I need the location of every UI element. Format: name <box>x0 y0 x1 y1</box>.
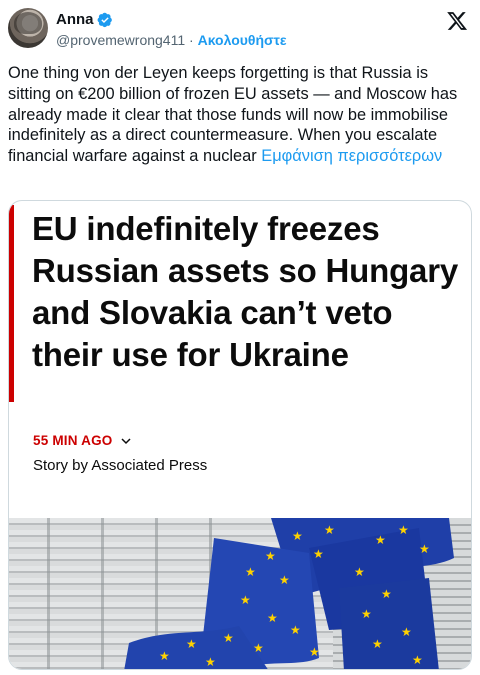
card-byline: Story by Associated Press <box>33 457 208 474</box>
news-card[interactable]: EU indefinitely freezes Russian assets s… <box>8 200 472 670</box>
svg-text:★: ★ <box>401 625 412 639</box>
card-headline[interactable]: EU indefinitely freezes Russian assets s… <box>32 208 462 376</box>
svg-text:★: ★ <box>240 593 251 607</box>
svg-text:★: ★ <box>412 653 423 667</box>
svg-text:★: ★ <box>381 587 392 601</box>
tweet-header: Anna @provemewrong411 · Ακολουθήστε <box>8 8 472 54</box>
chevron-down-icon[interactable] <box>120 435 132 447</box>
time-ago: 55 MIN AGO <box>33 433 113 448</box>
svg-text:★: ★ <box>324 523 335 537</box>
separator-dot: · <box>189 32 194 48</box>
svg-text:★: ★ <box>354 565 365 579</box>
eu-flags-photo[interactable]: ★ ★ ★ ★ ★ ★ ★ ★ ★ ★ ★ ★ ★ ★ ★ ★ ★ ★ ★ ★ ★ ★ ★ ★ <box>9 518 471 669</box>
card-meta: 55 MIN AGO <box>33 433 132 448</box>
svg-text:★: ★ <box>290 623 301 637</box>
show-more-link[interactable]: Εμφάνιση περισσότερων <box>261 147 442 165</box>
svg-text:★: ★ <box>309 645 320 659</box>
svg-text:★: ★ <box>186 637 197 651</box>
svg-text:★: ★ <box>375 533 386 547</box>
svg-text:★: ★ <box>279 573 290 587</box>
verified-badge-icon <box>97 12 112 27</box>
eu-flags-illustration: ★★★ ★★★ ★★★ ★★★ ★★★ ★★ ★ ★★★ ★★★ <box>124 518 454 669</box>
card-accent-bar <box>9 205 14 402</box>
svg-text:★: ★ <box>313 547 324 561</box>
svg-text:★: ★ <box>372 637 383 651</box>
svg-text:★: ★ <box>159 649 170 663</box>
svg-text:★: ★ <box>361 607 372 621</box>
svg-text:★: ★ <box>292 529 303 543</box>
svg-text:★: ★ <box>398 523 409 537</box>
avatar[interactable] <box>8 8 48 48</box>
author-handle[interactable]: @provemewrong411 <box>56 32 185 48</box>
author-name[interactable]: Anna <box>56 11 94 28</box>
svg-text:★: ★ <box>419 542 430 556</box>
svg-text:★: ★ <box>245 565 256 579</box>
svg-text:★: ★ <box>253 641 264 655</box>
svg-text:★: ★ <box>205 655 216 669</box>
svg-text:★: ★ <box>267 611 278 625</box>
follow-button[interactable]: Ακολουθήστε <box>198 32 287 48</box>
svg-text:★: ★ <box>265 549 276 563</box>
author-row: Anna <box>56 11 113 28</box>
tweet-text: One thing von der Leyen keeps forgetting… <box>8 63 474 167</box>
handle-row: @provemewrong411 · Ακολουθήστε <box>56 32 287 48</box>
svg-text:★: ★ <box>223 631 234 645</box>
x-logo-icon[interactable] <box>446 10 468 32</box>
